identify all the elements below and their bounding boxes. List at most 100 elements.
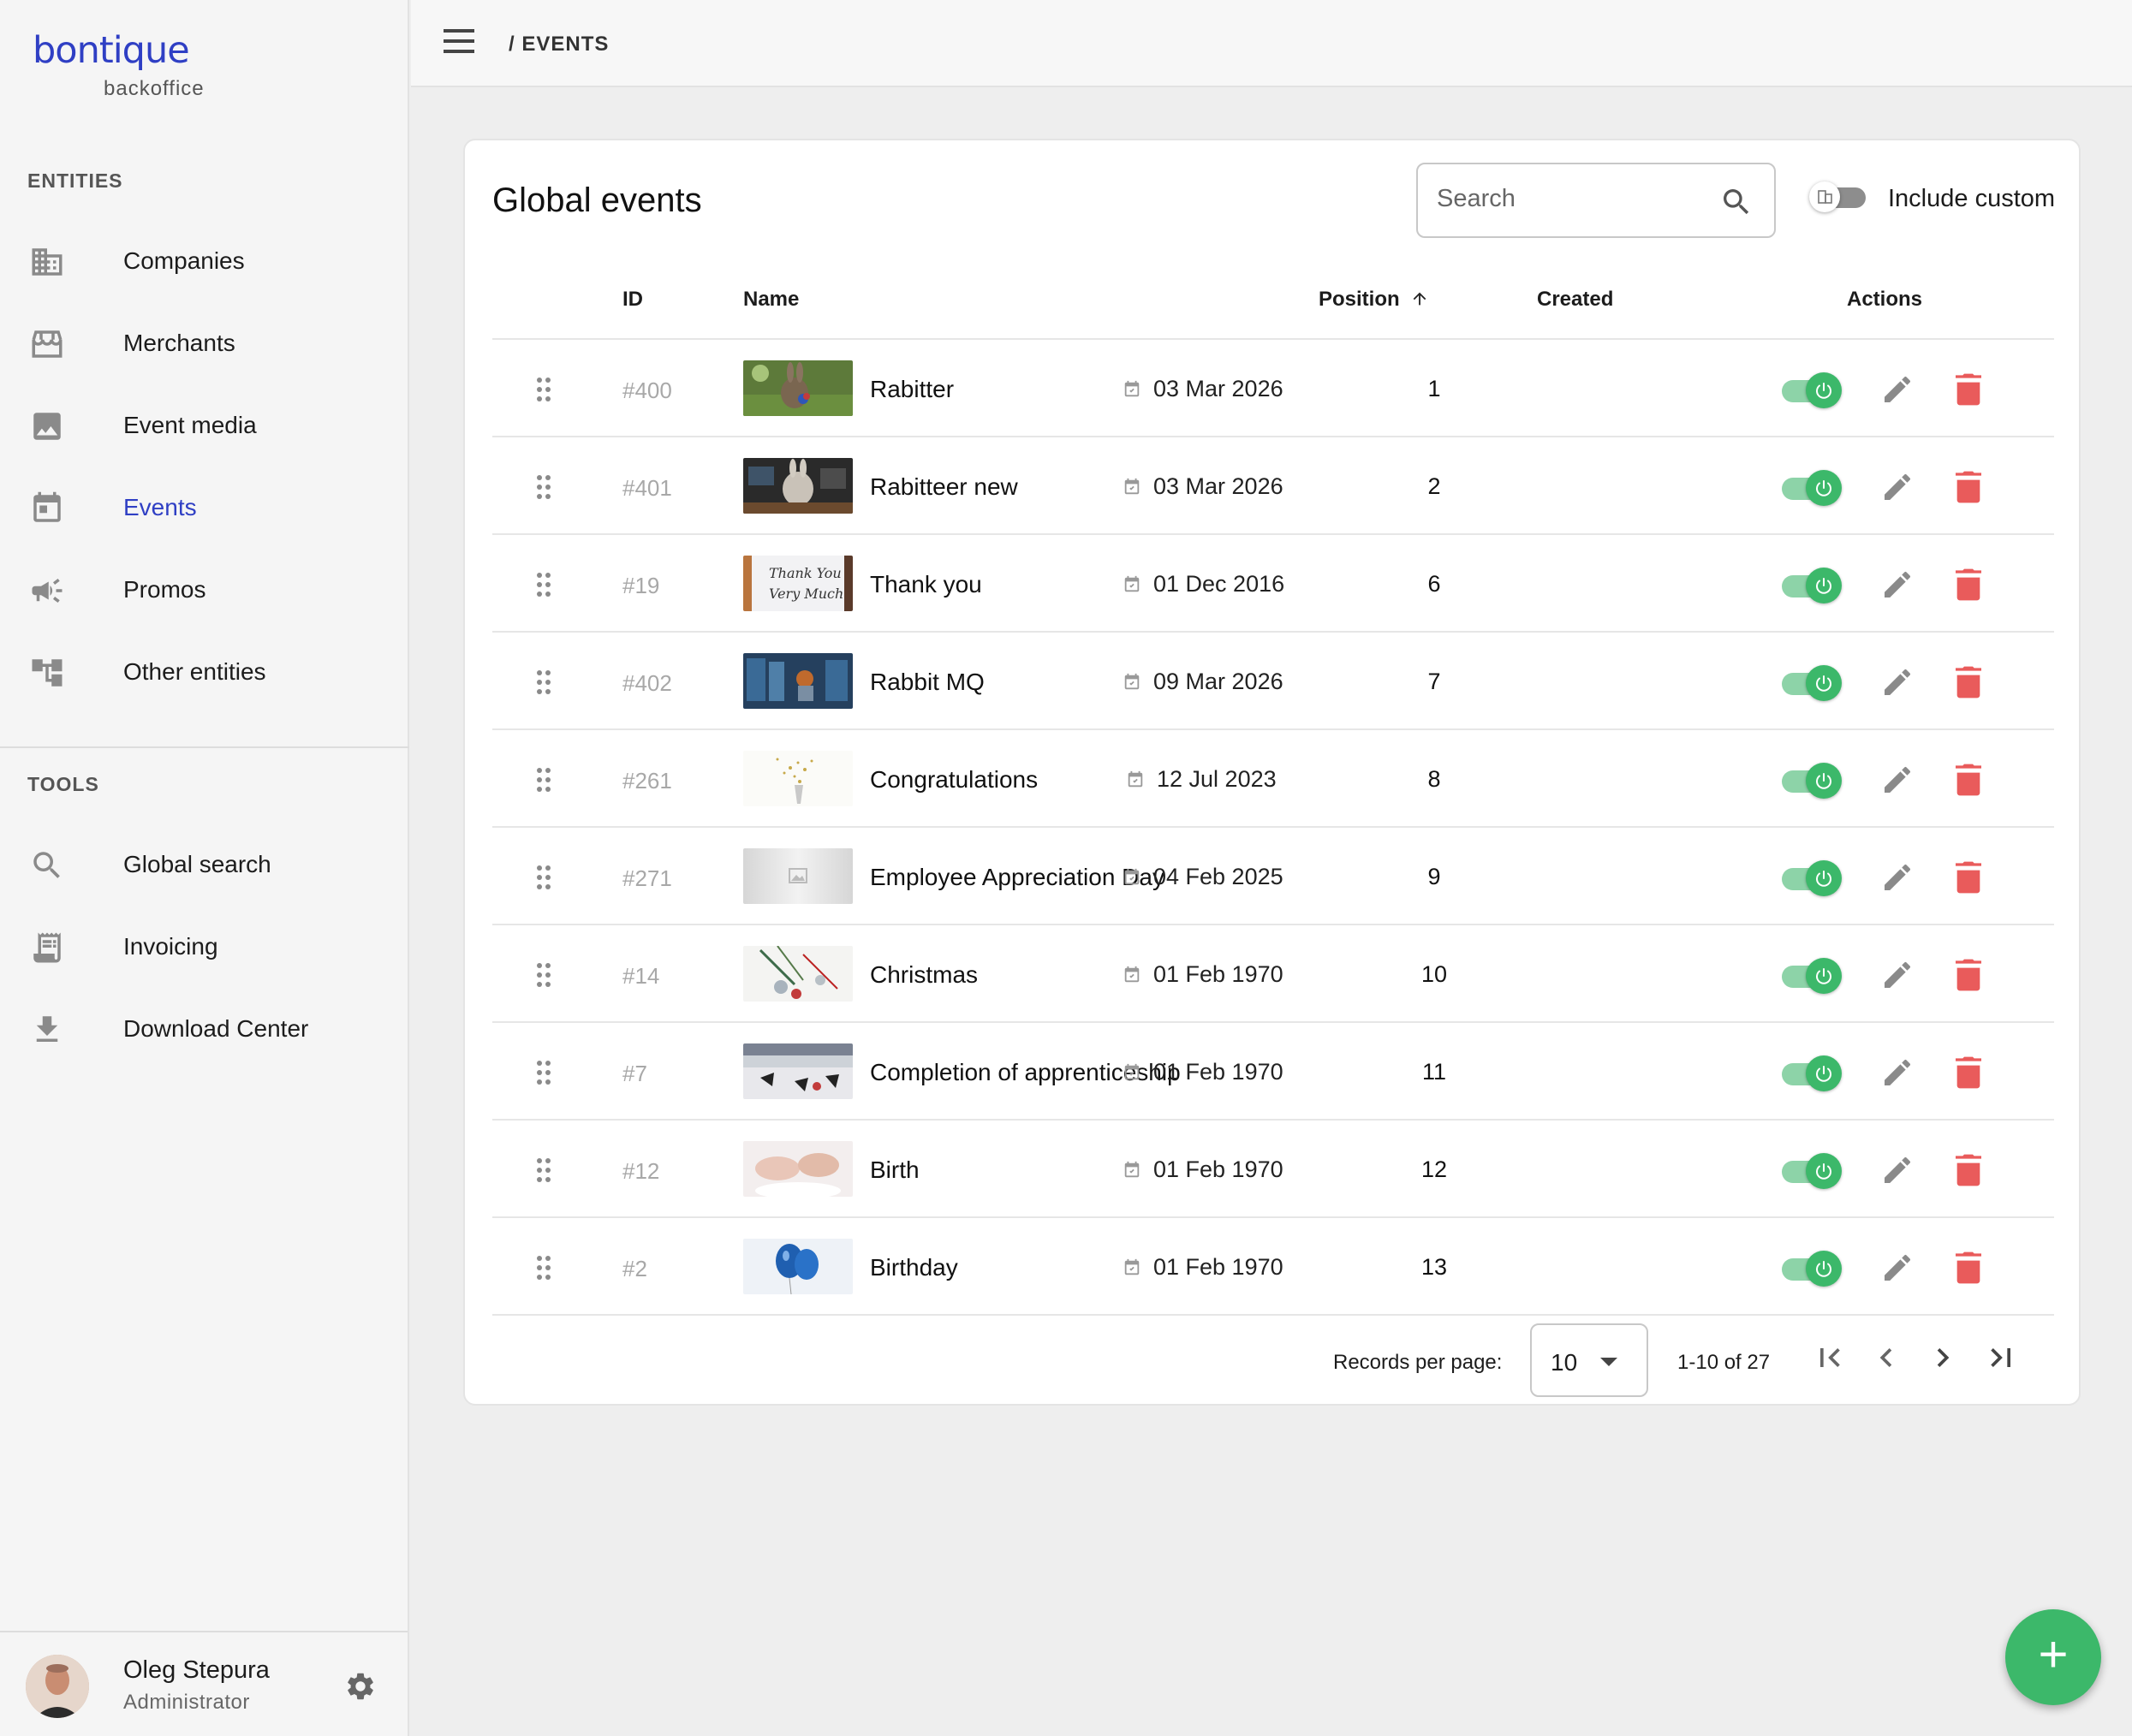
enable-toggle[interactable] (1782, 470, 1842, 506)
delete-icon[interactable] (1954, 1055, 1983, 1090)
event-name[interactable]: Rabbit MQ (870, 669, 985, 696)
enable-toggle[interactable] (1782, 1153, 1842, 1189)
delete-icon[interactable] (1954, 763, 1983, 797)
next-page-icon[interactable] (1924, 1339, 1962, 1376)
enable-toggle[interactable] (1782, 958, 1842, 994)
enable-toggle[interactable] (1782, 1055, 1842, 1091)
last-page-icon[interactable] (1982, 1339, 2020, 1376)
event-name[interactable]: Congratulations (870, 766, 1038, 794)
previous-page-icon[interactable] (1867, 1339, 1905, 1376)
records-per-page-select[interactable]: 10 (1530, 1323, 1648, 1397)
edit-icon[interactable] (1880, 470, 1915, 504)
drag-handle-icon[interactable] (537, 1256, 551, 1280)
delete-icon[interactable] (1954, 665, 1983, 699)
enable-toggle[interactable] (1782, 1251, 1842, 1287)
edit-icon[interactable] (1880, 665, 1915, 699)
sidebar-item-companies[interactable]: Companies (0, 227, 408, 295)
delete-icon[interactable] (1954, 372, 1983, 407)
enable-toggle[interactable] (1782, 665, 1842, 701)
column-header-position[interactable]: Position (1319, 288, 1429, 312)
enable-toggle[interactable] (1782, 763, 1842, 799)
delete-icon[interactable] (1954, 1251, 1983, 1285)
delete-icon[interactable] (1954, 568, 1983, 602)
delete-icon[interactable] (1954, 860, 1983, 895)
edit-icon[interactable] (1880, 1251, 1915, 1285)
edit-icon[interactable] (1880, 860, 1915, 895)
drag-handle-icon[interactable] (537, 768, 551, 792)
edit-icon[interactable] (1880, 1055, 1915, 1090)
delete-icon[interactable] (1954, 958, 1983, 992)
sidebar-item-invoicing[interactable]: Invoicing (0, 913, 408, 981)
sidebar-item-global-search[interactable]: Global search (0, 830, 408, 899)
gear-icon[interactable] (344, 1670, 377, 1703)
delete-icon[interactable] (1954, 1153, 1983, 1187)
sidebar-item-event-media[interactable]: Event media (0, 391, 408, 460)
menu-icon[interactable] (444, 29, 478, 56)
table-row[interactable]: #12 Birth 12 01 Feb 1970 (492, 1121, 2054, 1218)
drag-handle-icon[interactable] (537, 1158, 551, 1182)
edit-icon[interactable] (1880, 1153, 1915, 1187)
sidebar-item-download-center[interactable]: Download Center (0, 995, 408, 1063)
table-row[interactable]: #401 Rabitteer new 2 03 Mar 2026 (492, 437, 2054, 535)
sidebar-item-promos[interactable]: Promos (0, 556, 408, 624)
event-position: 1 (1427, 376, 1441, 401)
avatar[interactable] (26, 1655, 89, 1718)
search-input[interactable] (1437, 185, 1694, 213)
enable-toggle[interactable] (1782, 372, 1842, 408)
event-name[interactable]: Birthday (870, 1254, 958, 1281)
event-created-date: 04 Feb 2025 (1153, 864, 1283, 889)
event-thumbnail (743, 751, 853, 806)
table-row[interactable]: #271 Employee Appreciation Day 9 04 Feb 202… (492, 828, 2054, 925)
add-event-button[interactable]: + (2005, 1609, 2101, 1705)
edit-icon[interactable] (1880, 958, 1915, 992)
svg-text:Very Much: Very Much (769, 586, 843, 602)
records-per-page-value: 10 (1551, 1349, 1578, 1376)
brand-logo[interactable]: bontique backoffice (33, 29, 221, 106)
include-custom-label: Include custom (1888, 185, 2056, 212)
drag-handle-icon[interactable] (537, 475, 551, 499)
event-name[interactable]: Rabitter (870, 376, 954, 403)
power-icon (1806, 763, 1842, 799)
edit-icon[interactable] (1880, 568, 1915, 602)
table-row[interactable]: #19 Thank You Very Much Thank you 6 01 Dec 20… (492, 535, 2054, 633)
edit-icon[interactable] (1880, 372, 1915, 407)
event-name[interactable]: Birth (870, 1156, 920, 1184)
event-name[interactable]: Employee Appreciation Day (870, 864, 1164, 891)
power-icon (1806, 1251, 1842, 1287)
sidebar-item-other-entities[interactable]: Other entities (0, 638, 408, 706)
first-page-icon[interactable] (1811, 1339, 1849, 1376)
drag-handle-icon[interactable] (537, 963, 551, 987)
sidebar-item-events[interactable]: Events (0, 473, 408, 542)
table-row[interactable]: #402 Rabbit MQ 7 09 Mar 2026 (492, 633, 2054, 730)
search-icon[interactable] (1719, 185, 1754, 219)
event-id: #12 (622, 1158, 660, 1184)
edit-icon[interactable] (1880, 763, 1915, 797)
receipt-icon (33, 932, 61, 963)
enable-toggle[interactable] (1782, 860, 1842, 896)
event-name[interactable]: Rabitteer new (870, 473, 1018, 501)
event-name[interactable]: Thank you (870, 571, 982, 598)
search-box[interactable] (1416, 163, 1776, 238)
sidebar-item-merchants[interactable]: Merchants (0, 309, 408, 378)
table-row[interactable]: #400 Rabitter 1 03 Mar 2026 (492, 340, 2054, 437)
column-header-id[interactable]: ID (622, 288, 643, 312)
drag-handle-icon[interactable] (537, 1061, 551, 1085)
include-custom-toggle[interactable] (1809, 181, 1869, 212)
column-header-name[interactable]: Name (743, 288, 799, 312)
delete-icon[interactable] (1954, 470, 1983, 504)
table-row[interactable]: #2 Birthday 13 01 Feb 1970 (492, 1218, 2054, 1316)
power-icon (1806, 568, 1842, 603)
column-header-created[interactable]: Created (1537, 288, 1613, 312)
event-id: #401 (622, 475, 672, 501)
drag-handle-icon[interactable] (537, 670, 551, 694)
enable-toggle[interactable] (1782, 568, 1842, 603)
drag-handle-icon[interactable] (537, 378, 551, 401)
event-name[interactable]: Christmas (870, 961, 978, 989)
table-row[interactable]: #14 Christmas 10 01 Feb 1970 (492, 925, 2054, 1023)
drag-handle-icon[interactable] (537, 865, 551, 889)
drag-handle-icon[interactable] (537, 573, 551, 597)
event-thumbnail (743, 1043, 853, 1099)
table-row[interactable]: #261 Congratulations 8 12 Jul 2023 (492, 730, 2054, 828)
sidebar-item-label: Event media (123, 412, 257, 438)
table-row[interactable]: #7 Completion of apprenticeship 11 01 Feb 1… (492, 1023, 2054, 1121)
